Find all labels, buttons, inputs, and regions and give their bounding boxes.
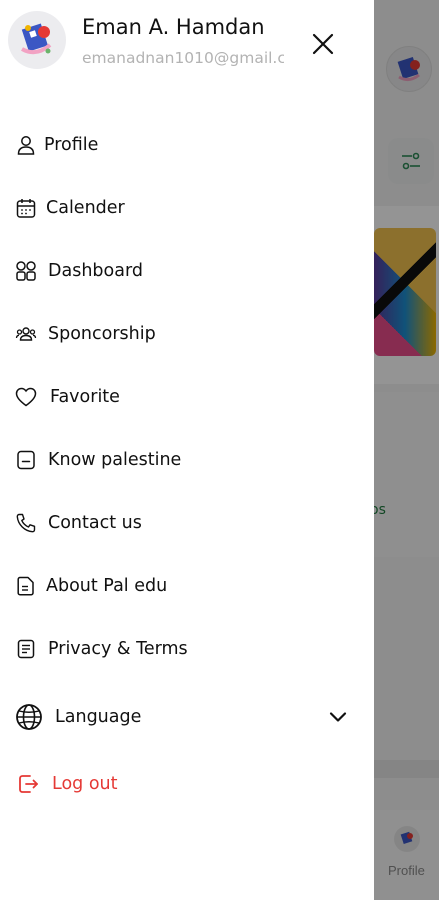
menu-item-contact-us[interactable]: Contact us <box>0 500 374 546</box>
file-list-icon <box>14 637 38 661</box>
menu-item-label: Language <box>55 707 142 727</box>
book-icon <box>14 448 38 472</box>
logout-icon <box>16 772 40 796</box>
menu-item-label: Contact us <box>48 513 142 533</box>
menu-item-label: Calender <box>46 198 125 218</box>
menu-item-privacy-terms[interactable]: Privacy & Terms <box>0 626 374 672</box>
calendar-icon <box>14 196 38 220</box>
grid-icon <box>14 259 38 283</box>
menu-item-label: Privacy & Terms <box>48 639 188 659</box>
menu-item-language[interactable]: Language <box>0 694 374 740</box>
user-name: Eman A. Hamdan <box>82 15 265 39</box>
menu-item-calender[interactable]: Calender <box>0 185 374 231</box>
globe-icon <box>15 703 43 731</box>
menu-item-label: Favorite <box>50 387 120 407</box>
menu-item-dashboard[interactable]: Dashboard <box>0 248 374 294</box>
menu-item-label: Profile <box>44 135 99 155</box>
menu-item-label: Dashboard <box>48 261 143 281</box>
menu-item-label: Sponcorship <box>48 324 156 344</box>
logout-button[interactable]: Log out <box>0 761 374 807</box>
menu-item-sponcorship[interactable]: Sponcorship <box>0 311 374 357</box>
menu-item-know-palestine[interactable]: Know palestine <box>0 437 374 483</box>
menu-item-about-pal-edu[interactable]: About Pal edu <box>0 563 374 609</box>
phone-icon <box>14 511 38 535</box>
scrim-overlay[interactable] <box>374 0 439 900</box>
menu-item-label: Know palestine <box>48 450 182 470</box>
chevron-down-icon[interactable] <box>326 705 350 729</box>
user-email: emanadnan1010@gmail.com <box>82 49 284 67</box>
heart-icon <box>14 385 38 409</box>
people-icon <box>14 322 38 346</box>
menu-item-profile[interactable]: Profile <box>0 122 374 168</box>
document-icon <box>14 574 38 598</box>
close-icon <box>312 33 334 55</box>
navigation-drawer: Eman A. Hamdan emanadnan1010@gmail.com P… <box>0 0 374 900</box>
menu-item-label: About Pal edu <box>46 576 168 596</box>
user-icon <box>14 133 38 157</box>
close-button[interactable] <box>307 28 339 60</box>
logout-label: Log out <box>52 774 118 794</box>
user-avatar[interactable] <box>8 11 66 69</box>
menu-item-favorite[interactable]: Favorite <box>0 374 374 420</box>
